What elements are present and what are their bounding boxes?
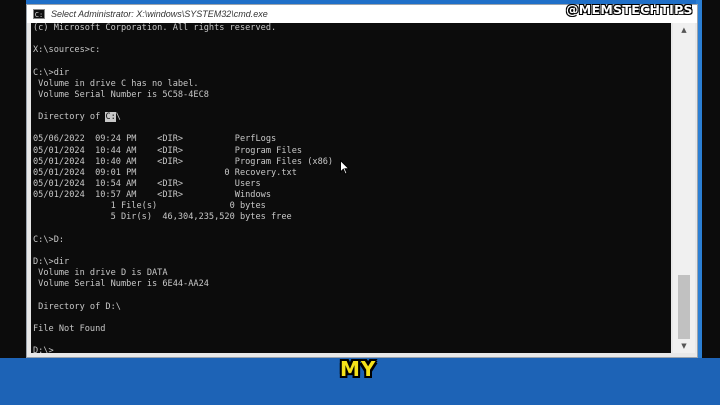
cmd-window: C: Select Administrator: X:\windows\SYST… — [26, 4, 698, 358]
console-line: C:\>dir — [33, 67, 70, 78]
window-title: Select Administrator: X:\windows\SYSTEM3… — [51, 9, 268, 19]
console-line: 5 Dir(s) 46,304,235,520 bytes free — [33, 212, 292, 223]
cmd-icon[interactable]: C: — [33, 9, 45, 19]
mouse-pointer-icon — [340, 160, 350, 175]
console-line: 05/06/2022 09:24 PM <DIR> PerfLogs — [33, 134, 277, 145]
console-line: D:\>dir — [33, 256, 70, 267]
console-line: (c) Microsoft Corporation. All rights re… — [33, 23, 277, 33]
scroll-thumb[interactable] — [678, 275, 690, 339]
console-line: Directory of D:\ — [33, 301, 121, 312]
console-line: 05/01/2024 10:40 AM <DIR> Program Files … — [33, 156, 334, 167]
video-border-right — [702, 0, 720, 405]
video-border-left — [0, 0, 26, 405]
vertical-scrollbar[interactable]: ▲ ▼ — [673, 23, 695, 353]
console-line: 05/01/2024 10:57 AM <DIR> Windows — [33, 190, 271, 201]
console-line: C:\>D: — [33, 234, 65, 245]
console-line: Directory of C:\ — [33, 112, 121, 123]
console-line: Volume in drive C has no label. — [33, 78, 199, 89]
console-line: Volume Serial Number is 5C58-4EC8 — [33, 89, 209, 100]
console-line: Volume Serial Number is 6E44-AA24 — [33, 279, 209, 290]
console-line: 05/01/2024 10:44 AM <DIR> Program Files — [33, 145, 303, 156]
scroll-up-icon[interactable]: ▲ — [673, 23, 695, 37]
console-line: X:\sources>c: — [33, 45, 101, 56]
console-area[interactable]: (c) Microsoft Corporation. All rights re… — [31, 23, 671, 353]
video-caption: MY — [340, 357, 377, 381]
console-output: (c) Microsoft Corporation. All rights re… — [33, 23, 333, 353]
channel-watermark: @MEMSTECHTIPS — [566, 2, 693, 17]
console-line: D:\> — [33, 346, 333, 353]
console-line: 1 File(s) 0 bytes — [33, 201, 266, 212]
scroll-down-icon[interactable]: ▼ — [673, 339, 695, 353]
console-line: 05/01/2024 10:54 AM <DIR> Users — [33, 178, 261, 189]
text-selection[interactable]: C: — [105, 112, 116, 123]
console-line: Volume in drive D is DATA — [33, 268, 168, 279]
console-line: File Not Found — [33, 323, 106, 334]
console-line: 05/01/2024 09:01 PM 0 Recovery.txt — [33, 167, 297, 178]
